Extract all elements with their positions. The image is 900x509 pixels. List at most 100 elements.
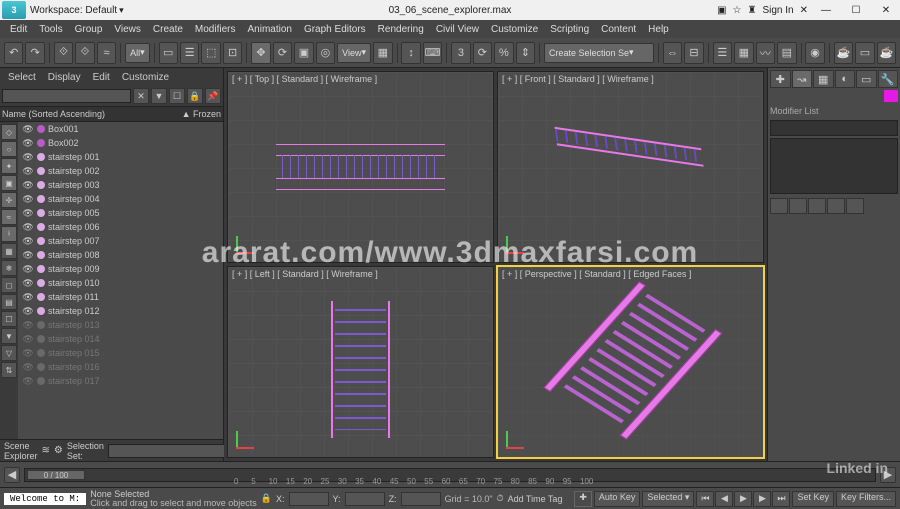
menu-graph-editors[interactable]: Graph Editors: [298, 24, 372, 35]
coord-z-input[interactable]: [401, 492, 441, 506]
se-menu-select[interactable]: Select: [2, 72, 42, 83]
visibility-icon[interactable]: 👁: [22, 306, 34, 317]
sign-in-link[interactable]: Sign In: [762, 5, 793, 16]
selected-key-dropdown[interactable]: Selected ▾: [642, 491, 694, 507]
filter-xref-icon[interactable]: ☐: [1, 311, 17, 327]
filter-camera-icon[interactable]: ▣: [1, 175, 17, 191]
list-item[interactable]: 👁stairstep 009: [18, 262, 223, 276]
select-icon[interactable]: ▭: [159, 42, 178, 64]
auto-key-button[interactable]: Auto Key: [594, 491, 641, 507]
maximize-button[interactable]: ☐: [844, 5, 868, 16]
filter-frozen-icon[interactable]: ❄: [1, 260, 17, 276]
header-frozen[interactable]: ▲ Frozen: [182, 109, 221, 119]
visibility-icon[interactable]: 👁: [22, 292, 34, 303]
layer-explorer-icon[interactable]: ☰: [713, 42, 732, 64]
filter-space-icon[interactable]: ≈: [1, 209, 17, 225]
menu-civil-view[interactable]: Civil View: [430, 24, 485, 35]
viewport-front[interactable]: [ + ] [ Front ] [ Standard ] [ Wireframe…: [497, 71, 764, 263]
snap-icon[interactable]: 3: [451, 42, 470, 64]
visibility-icon[interactable]: 👁: [22, 320, 34, 331]
menu-customize[interactable]: Customize: [485, 24, 544, 35]
unlink-icon[interactable]: ⟐: [75, 42, 94, 64]
viewport-label[interactable]: [ + ] [ Top ] [ Standard ] [ Wireframe ]: [232, 74, 377, 84]
menu-modifiers[interactable]: Modifiers: [189, 24, 242, 35]
viewport-label[interactable]: [ + ] [ Front ] [ Standard ] [ Wireframe…: [502, 74, 654, 84]
viewport-label[interactable]: [ + ] [ Left ] [ Standard ] [ Wireframe …: [232, 269, 378, 279]
ref-coord-dropdown[interactable]: View ▾: [337, 43, 371, 63]
window-crossing-icon[interactable]: ⊡: [223, 42, 242, 64]
utilities-tab-icon[interactable]: 🔧: [878, 70, 899, 88]
tb-icon[interactable]: ♜: [748, 5, 757, 16]
rotate-icon[interactable]: ⟳: [273, 42, 292, 64]
visibility-icon[interactable]: 👁: [22, 334, 34, 345]
selection-set-dropdown[interactable]: [108, 444, 231, 458]
pin-stack-icon[interactable]: [770, 198, 788, 214]
tb-icon[interactable]: ▣: [717, 5, 726, 16]
visibility-icon[interactable]: 👁: [22, 376, 34, 387]
menu-create[interactable]: Create: [147, 24, 189, 35]
menu-animation[interactable]: Animation: [241, 24, 297, 35]
filter-none-icon[interactable]: ▽: [1, 345, 17, 361]
menu-group[interactable]: Group: [69, 24, 109, 35]
filter-container-icon[interactable]: ▦: [1, 243, 17, 259]
list-item[interactable]: 👁stairstep 016: [18, 360, 223, 374]
visibility-icon[interactable]: 👁: [22, 180, 34, 191]
list-item[interactable]: 👁stairstep 011: [18, 290, 223, 304]
modifier-list-dropdown[interactable]: [770, 120, 898, 136]
menu-rendering[interactable]: Rendering: [372, 24, 430, 35]
visibility-icon[interactable]: 👁: [22, 278, 34, 289]
goto-start-icon[interactable]: ⏮: [696, 491, 714, 507]
visibility-icon[interactable]: 👁: [22, 166, 34, 177]
time-ruler[interactable]: 0510152025303540455055606570758085909510…: [234, 477, 580, 485]
header-name[interactable]: Name (Sorted Ascending): [2, 109, 182, 119]
tb-icon[interactable]: ☆: [733, 5, 742, 16]
list-item[interactable]: 👁stairstep 017: [18, 374, 223, 388]
link-icon[interactable]: ⟐: [54, 42, 73, 64]
autokey-indicator[interactable]: ✚: [574, 491, 592, 507]
visibility-icon[interactable]: 👁: [22, 222, 34, 233]
create-tab-icon[interactable]: ✚: [770, 70, 791, 88]
filter-shape-icon[interactable]: ○: [1, 141, 17, 157]
move-icon[interactable]: ✥: [251, 42, 270, 64]
visibility-icon[interactable]: 👁: [22, 124, 34, 135]
set-key-button[interactable]: Set Key: [792, 491, 834, 507]
mirror-icon[interactable]: ⇔: [663, 42, 682, 64]
list-item[interactable]: 👁stairstep 008: [18, 248, 223, 262]
rect-select-icon[interactable]: ⬚: [201, 42, 220, 64]
help-icon[interactable]: ✕: [800, 5, 808, 16]
next-frame-icon[interactable]: ▶: [753, 491, 771, 507]
se-menu-display[interactable]: Display: [42, 72, 87, 83]
selection-filter-dropdown[interactable]: All ▾: [125, 43, 150, 63]
list-item[interactable]: 👁stairstep 001: [18, 150, 223, 164]
list-item[interactable]: 👁stairstep 005: [18, 206, 223, 220]
menu-tools[interactable]: Tools: [33, 24, 68, 35]
time-slider-knob[interactable]: 0 / 100: [27, 470, 85, 480]
display-tab-icon[interactable]: ▭: [856, 70, 877, 88]
viewport-top[interactable]: [ + ] [ Top ] [ Standard ] [ Wireframe ]: [227, 71, 494, 263]
se-menu-customize[interactable]: Customize: [116, 72, 175, 83]
angle-snap-icon[interactable]: ⟳: [473, 42, 492, 64]
workspace-chevron-icon[interactable]: ▾: [119, 5, 124, 16]
filter-all-icon[interactable]: ▼: [1, 328, 17, 344]
add-time-tag[interactable]: Add Time Tag: [508, 494, 563, 504]
render-icon[interactable]: ☕: [877, 42, 896, 64]
list-item[interactable]: 👁stairstep 015: [18, 346, 223, 360]
viewport-left[interactable]: [ + ] [ Left ] [ Standard ] [ Wireframe …: [227, 266, 494, 458]
search-input[interactable]: [2, 89, 131, 103]
visibility-icon[interactable]: 👁: [22, 348, 34, 359]
list-item[interactable]: 👁stairstep 006: [18, 220, 223, 234]
kbd-icon[interactable]: ⌨: [423, 42, 442, 64]
motion-tab-icon[interactable]: ◐: [835, 70, 856, 88]
visibility-icon[interactable]: 👁: [22, 138, 34, 149]
remove-mod-icon[interactable]: [827, 198, 845, 214]
filter-light-icon[interactable]: ✦: [1, 158, 17, 174]
list-item[interactable]: 👁stairstep 003: [18, 178, 223, 192]
list-item[interactable]: 👁stairstep 004: [18, 192, 223, 206]
view-icon[interactable]: ☐: [169, 88, 185, 104]
list-item[interactable]: 👁stairstep 010: [18, 276, 223, 290]
play-icon[interactable]: ▶: [734, 491, 752, 507]
config-icon[interactable]: [846, 198, 864, 214]
visibility-icon[interactable]: 👁: [22, 250, 34, 261]
modifier-stack[interactable]: [770, 138, 898, 194]
schematic-icon[interactable]: ▤: [777, 42, 796, 64]
